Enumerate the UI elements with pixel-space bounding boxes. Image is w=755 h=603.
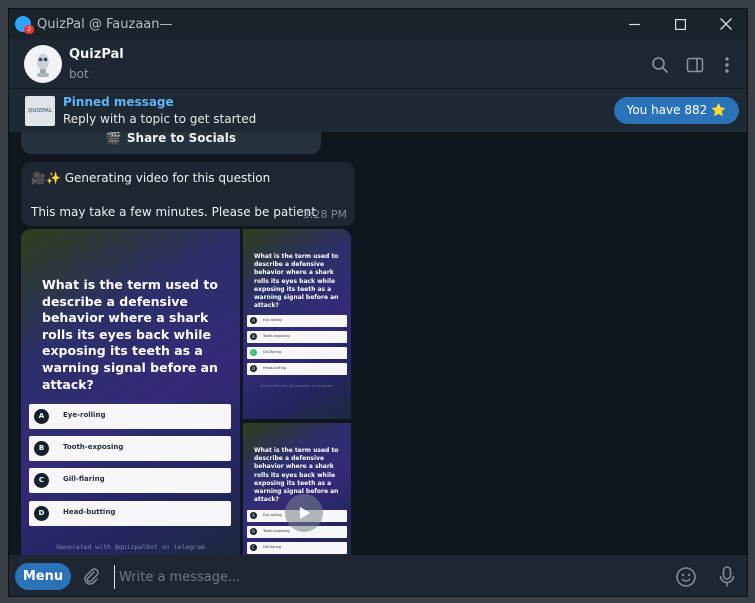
robot-icon — [37, 54, 49, 77]
chat-status: bot — [69, 67, 89, 81]
option-text: Head-butting — [263, 366, 287, 370]
sidebar-toggle-icon[interactable] — [686, 56, 704, 74]
maximize-icon — [674, 18, 686, 30]
message-input[interactable] — [114, 565, 654, 589]
quiz-question: What is the term used to describe a defe… — [42, 277, 218, 392]
option-letter: C — [34, 473, 49, 488]
chat-header[interactable]: QuizPal bot — [9, 39, 747, 89]
option-text: Gill-flaring — [263, 350, 282, 354]
pinned-thumbnail: QUIZPAL — [25, 96, 55, 126]
option-letter: B — [250, 528, 257, 535]
quiz-footer: Generated with @quizpalbot on telegram — [56, 543, 205, 551]
quiz-image-answer[interactable]: What is the term used to describe a defe… — [243, 229, 351, 419]
option-text: Gill-flaring — [263, 545, 282, 549]
quiz-option: C Gill-flaring — [29, 468, 231, 493]
media-album[interactable]: What is the term used to describe a defe… — [21, 229, 351, 555]
message-text-patience: This may take a few minutes. Please be p… — [31, 205, 316, 219]
search-icon[interactable] — [651, 56, 669, 74]
quiz-option: D Head-butting — [247, 363, 347, 375]
option-text: Eye-rolling — [63, 411, 106, 419]
window-title: QuizPal @ Fauzaan— — [37, 16, 173, 32]
message-text-generating: 🎥✨ Generating video for this question — [31, 171, 271, 185]
option-text: Eye-rolling — [263, 513, 282, 517]
option-letter: C — [250, 544, 257, 551]
option-letter: A — [250, 317, 257, 324]
option-letter: C — [250, 349, 257, 356]
option-letter: B — [250, 333, 257, 340]
paperclip-icon[interactable] — [81, 567, 101, 587]
option-letter: B — [34, 441, 49, 456]
emoji-icon[interactable] — [675, 566, 697, 588]
chat-title[interactable]: QuizPal — [69, 47, 124, 62]
quiz-option-correct: C Gill-flaring — [247, 347, 347, 359]
quiz-option: A Eye-rolling — [29, 404, 231, 429]
option-text: Head-butting — [63, 508, 116, 516]
quiz-image-large[interactable]: What is the term used to describe a defe… — [21, 229, 240, 555]
quiz-option: B Tooth-exposing — [29, 436, 231, 461]
option-letter: D — [250, 365, 257, 372]
close-window-button[interactable] — [703, 9, 747, 39]
app-window: 2 QuizPal @ Fauzaan— QuizPal bot QUIZPAL… — [8, 8, 748, 597]
pinned-thumbnail-text: QUIZPAL — [27, 108, 53, 114]
option-text: Gill-flaring — [63, 475, 105, 483]
message-composer: Menu — [9, 555, 747, 596]
message-bubble[interactable]: 🎥✨ Generating video for this question Th… — [21, 162, 355, 226]
window-controls — [611, 9, 747, 39]
option-text: Eye-rolling — [263, 318, 282, 322]
play-icon — [300, 507, 310, 519]
close-icon — [720, 18, 732, 30]
quiz-option: D Head-butting — [29, 501, 231, 526]
bot-menu-button[interactable]: Menu — [15, 563, 71, 590]
unread-badge: 2 — [24, 25, 34, 34]
telegram-app-icon: 2 — [15, 16, 34, 34]
share-button-label: Share to Socials — [126, 132, 237, 145]
option-letter: A — [34, 409, 49, 424]
quiz-question: What is the term used to describe a defe… — [254, 253, 339, 310]
points-button[interactable]: You have 882 ⭐ — [613, 97, 739, 124]
quiz-option: C Gill-flaring — [247, 542, 347, 554]
quiz-option: A Eye-rolling — [247, 315, 347, 327]
option-letter: D — [34, 506, 49, 521]
microphone-icon[interactable] — [717, 565, 737, 589]
option-letter: A — [250, 512, 257, 519]
more-options-icon[interactable] — [718, 56, 736, 74]
option-text: Tooth-exposing — [63, 443, 124, 451]
quiz-footer: Generated with @quizpalbot on telegram — [260, 384, 334, 388]
bot-avatar[interactable] — [24, 45, 62, 83]
pinned-title: Pinned message — [63, 95, 174, 109]
quiz-video-thumbnail[interactable]: What is the term used to describe a defe… — [243, 423, 351, 555]
option-text: Tooth-exposing — [263, 334, 290, 338]
message-list[interactable]: 🎬 Share to Socials 🎥✨ Generating video f… — [9, 132, 747, 555]
pinned-message-bar[interactable]: QUIZPAL Pinned message Reply with a topi… — [9, 90, 747, 132]
message-time: 3:28 PM — [302, 208, 347, 221]
option-text: Tooth-exposing — [263, 529, 290, 533]
minimize-icon — [628, 23, 640, 25]
pinned-text: Reply with a topic to get started — [63, 112, 257, 126]
minimize-button[interactable] — [611, 9, 657, 39]
play-video-button[interactable] — [285, 494, 323, 532]
maximize-button[interactable] — [657, 9, 703, 39]
title-bar: 2 QuizPal @ Fauzaan— — [9, 9, 747, 39]
quiz-option: B Tooth-exposing — [247, 331, 347, 343]
share-to-socials-button[interactable]: 🎬 Share to Socials — [21, 132, 321, 154]
clapper-icon: 🎬 — [105, 132, 121, 145]
